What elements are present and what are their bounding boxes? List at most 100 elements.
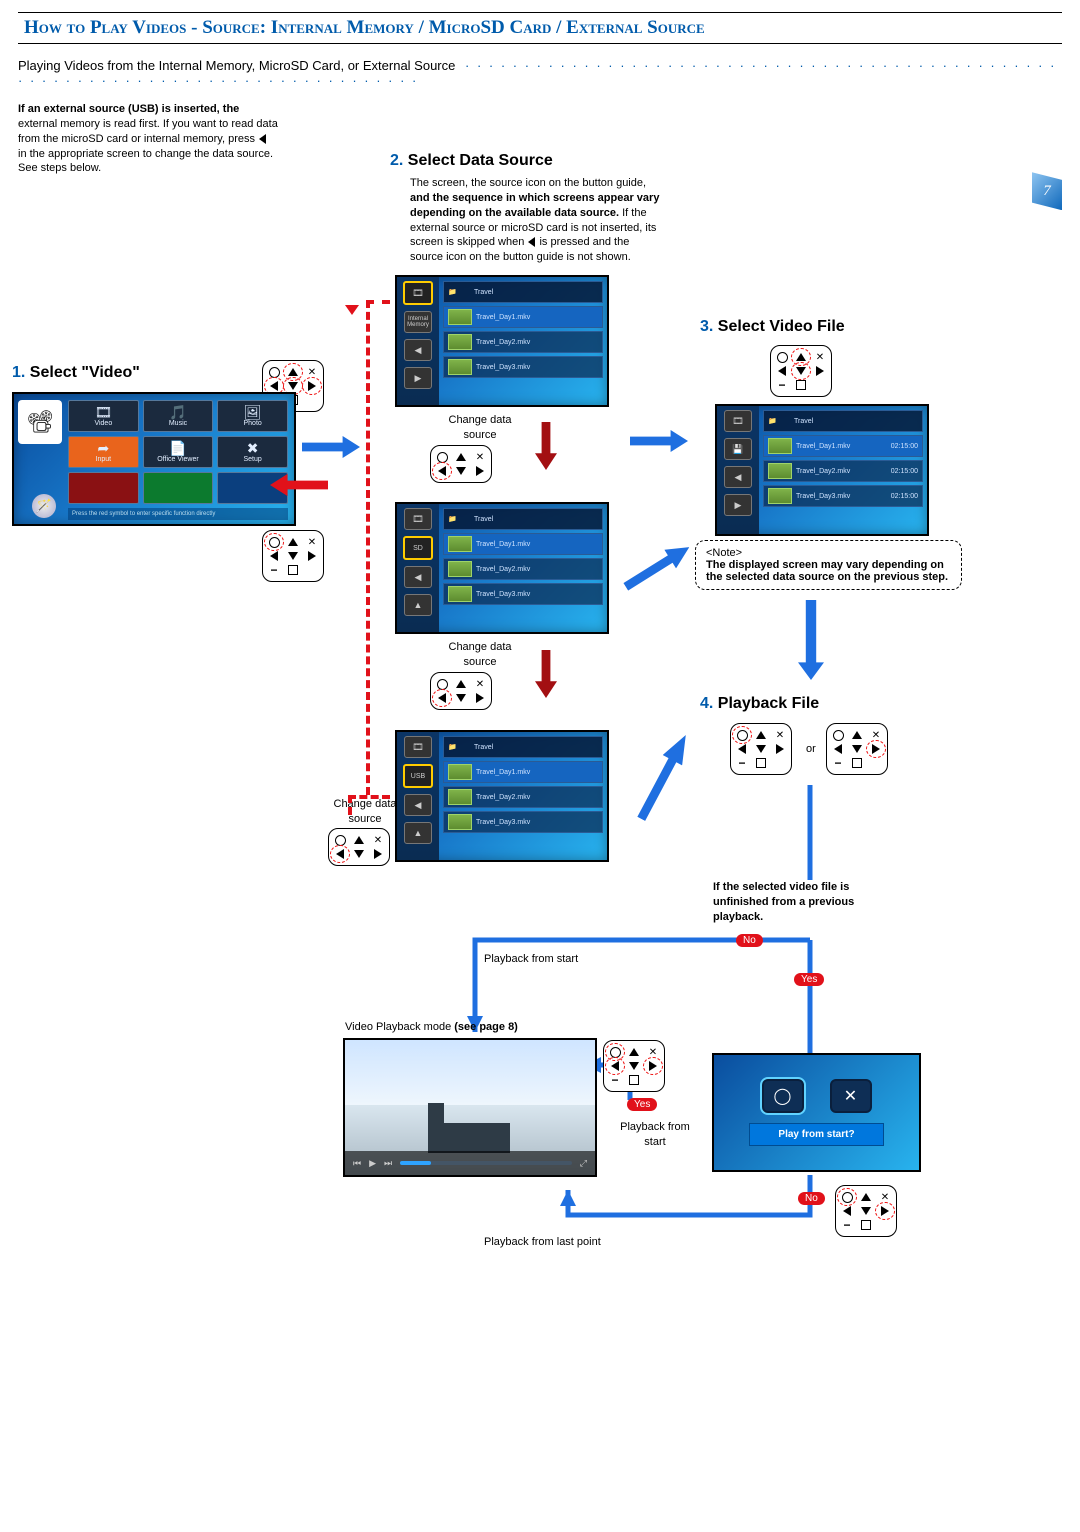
intro-note: If an external source (USB) is inserted,… — [18, 102, 278, 176]
nav-right-icon[interactable]: ▶ — [404, 367, 432, 389]
home-office[interactable]: 📄Office Viewer — [143, 436, 214, 468]
home-setup[interactable]: ✖Setup — [217, 436, 288, 468]
nav-down-icon[interactable]: ▲ — [404, 594, 432, 616]
play-icon[interactable]: ▶ — [369, 1158, 376, 1169]
remote-dialog-no — [835, 1185, 897, 1237]
arrow-2a-3 — [630, 430, 688, 452]
pb-start-2: Playback from start — [615, 1120, 695, 1150]
file-name: Travel_Day3.mkv — [796, 493, 850, 500]
folder-name: Travel — [794, 418, 813, 425]
dash-arrowhead — [345, 305, 359, 315]
page-number: 7 — [1032, 172, 1062, 210]
remote-playback — [603, 1040, 665, 1092]
video-scene — [420, 1099, 540, 1153]
remote-step4-b — [826, 723, 888, 775]
screen-src-sd: 🎞 SD ◀ ▲ 📁Travel Travel_Day1.mkv Travel_… — [395, 502, 609, 634]
file-name: Travel_Day3.mkv — [476, 819, 530, 826]
screen-src-usb: 🎞 USB ◀ ▲ 📁Travel Travel_Day1.mkv Travel… — [395, 730, 609, 862]
remote-step4-a — [730, 723, 792, 775]
change-2: Change data source — [440, 640, 520, 670]
file-name: Travel_Day1.mkv — [796, 443, 850, 450]
intro-text-1: external memory is read first. If you wa… — [18, 118, 278, 145]
home-video[interactable]: 🎞Video — [68, 400, 139, 432]
home-office-label: Office Viewer — [157, 456, 198, 463]
yes-badge-2: Yes — [627, 1098, 657, 1111]
playbar[interactable]: ⏮ ▶ ⏭ ⤢ — [345, 1151, 595, 1175]
step1-heading: 1. Select "Video" — [12, 364, 140, 382]
next-icon[interactable]: ⏭ — [384, 1158, 392, 1169]
src-internal-label: Internal Memory — [404, 311, 432, 333]
step1-num: 1. — [12, 364, 25, 381]
file-name: Travel_Day3.mkv — [476, 591, 530, 598]
step2-desc: The screen, the source icon on the butto… — [390, 176, 660, 265]
file-1-name: Travel_Day1.mkv — [476, 314, 530, 321]
pb-last: Playback from last point — [484, 1235, 601, 1250]
step2-t1: The screen, the source icon on the butto… — [410, 177, 646, 189]
home-input-label: Input — [96, 456, 112, 463]
file-dur: 02:15:00 — [891, 443, 918, 450]
remote-change-3 — [328, 828, 390, 866]
file-3[interactable]: Travel_Day3.mkv — [443, 356, 603, 378]
progress-bar[interactable] — [400, 1161, 572, 1165]
pb-start-1: Playback from start — [484, 952, 578, 967]
nav-left-icon[interactable]: ◀ — [404, 339, 432, 361]
file-name: Travel_Day1.mkv — [476, 769, 530, 776]
file-3-name: Travel_Day3.mkv — [476, 364, 530, 371]
arrow-2b-3 — [620, 538, 695, 596]
back-icon — [259, 134, 266, 144]
arrow-3-to-4 — [798, 600, 824, 680]
step2-title: Select Data Source — [408, 152, 553, 169]
arrow-step1-to-2 — [302, 436, 360, 458]
home-video-label: Video — [94, 420, 112, 427]
step3-num: 3. — [700, 318, 713, 335]
dialog-ok-icon[interactable]: ◯ — [762, 1079, 804, 1113]
file-header: 📁Travel — [443, 281, 603, 303]
intro-text-2: in the appropriate screen to change the … — [18, 148, 273, 175]
dialog-cancel-icon[interactable]: ✕ — [830, 1079, 872, 1113]
remote-change-2 — [430, 672, 492, 710]
file-2[interactable]: Travel_Day2.mkv — [443, 331, 603, 353]
screen-src-internal: 🎞 Internal Memory ◀ ▶ 📁Travel Travel_Day… — [395, 275, 609, 407]
prev-icon[interactable]: ⏮ — [353, 1158, 361, 1169]
unfinished-text: If the selected video file is unfinished… — [713, 880, 863, 925]
home-input[interactable]: ➦Input — [68, 436, 139, 468]
wand-icon: 🪄 — [32, 494, 56, 518]
yes-badge-1: Yes — [794, 973, 824, 986]
expand-icon[interactable]: ⤢ — [580, 1158, 587, 1169]
step3-heading: 3. Select Video File — [700, 318, 845, 336]
home-green[interactable] — [143, 472, 214, 504]
file-2-name: Travel_Day2.mkv — [476, 339, 530, 346]
screen-dialog: ◯ ✕ Play from start? — [712, 1053, 921, 1172]
page-title: How to Play Videos - Source: Internal Me… — [18, 12, 1062, 44]
dash-v2 — [348, 795, 352, 815]
src-sd-label: SD — [403, 536, 433, 560]
nav-left-icon[interactable]: ◀ — [404, 566, 432, 588]
src-icon: 💾 — [724, 438, 752, 460]
home-music[interactable]: 🎵Music — [143, 400, 214, 432]
file-dur: 02:15:00 — [891, 493, 918, 500]
nav-left-icon[interactable]: ◀ — [724, 466, 752, 488]
nav-down-icon[interactable]: ▲ — [404, 822, 432, 844]
folder-name: Travel — [474, 289, 493, 296]
no-badge-2: No — [798, 1192, 825, 1205]
note-box: <Note> The displayed screen may vary dep… — [695, 540, 962, 590]
home-photo[interactable]: 🖼Photo — [217, 400, 288, 432]
home-icon: 📽 — [18, 400, 62, 444]
arrow-down-2 — [535, 650, 557, 698]
step2-heading: 2. Select Data Source — [390, 152, 660, 170]
nav-right-icon[interactable]: ▶ — [724, 494, 752, 516]
dash-h-bot — [348, 795, 390, 799]
note-head: <Note> — [706, 547, 742, 559]
film-icon: 🎞 — [404, 736, 432, 758]
file-1[interactable]: Travel_Day1.mkv — [443, 306, 603, 328]
folder-name: Travel — [474, 516, 493, 523]
change-1: Change data source — [440, 413, 520, 443]
note-body: The displayed screen may vary depending … — [706, 559, 951, 583]
remote-step3 — [770, 345, 832, 397]
nav-left-icon[interactable]: ◀ — [404, 794, 432, 816]
file-dur: 02:15:00 — [891, 468, 918, 475]
back-icon-2 — [528, 237, 535, 247]
film-icon: 🎞 — [724, 410, 752, 432]
home-red[interactable] — [68, 472, 139, 504]
file-name: Travel_Day2.mkv — [796, 468, 850, 475]
